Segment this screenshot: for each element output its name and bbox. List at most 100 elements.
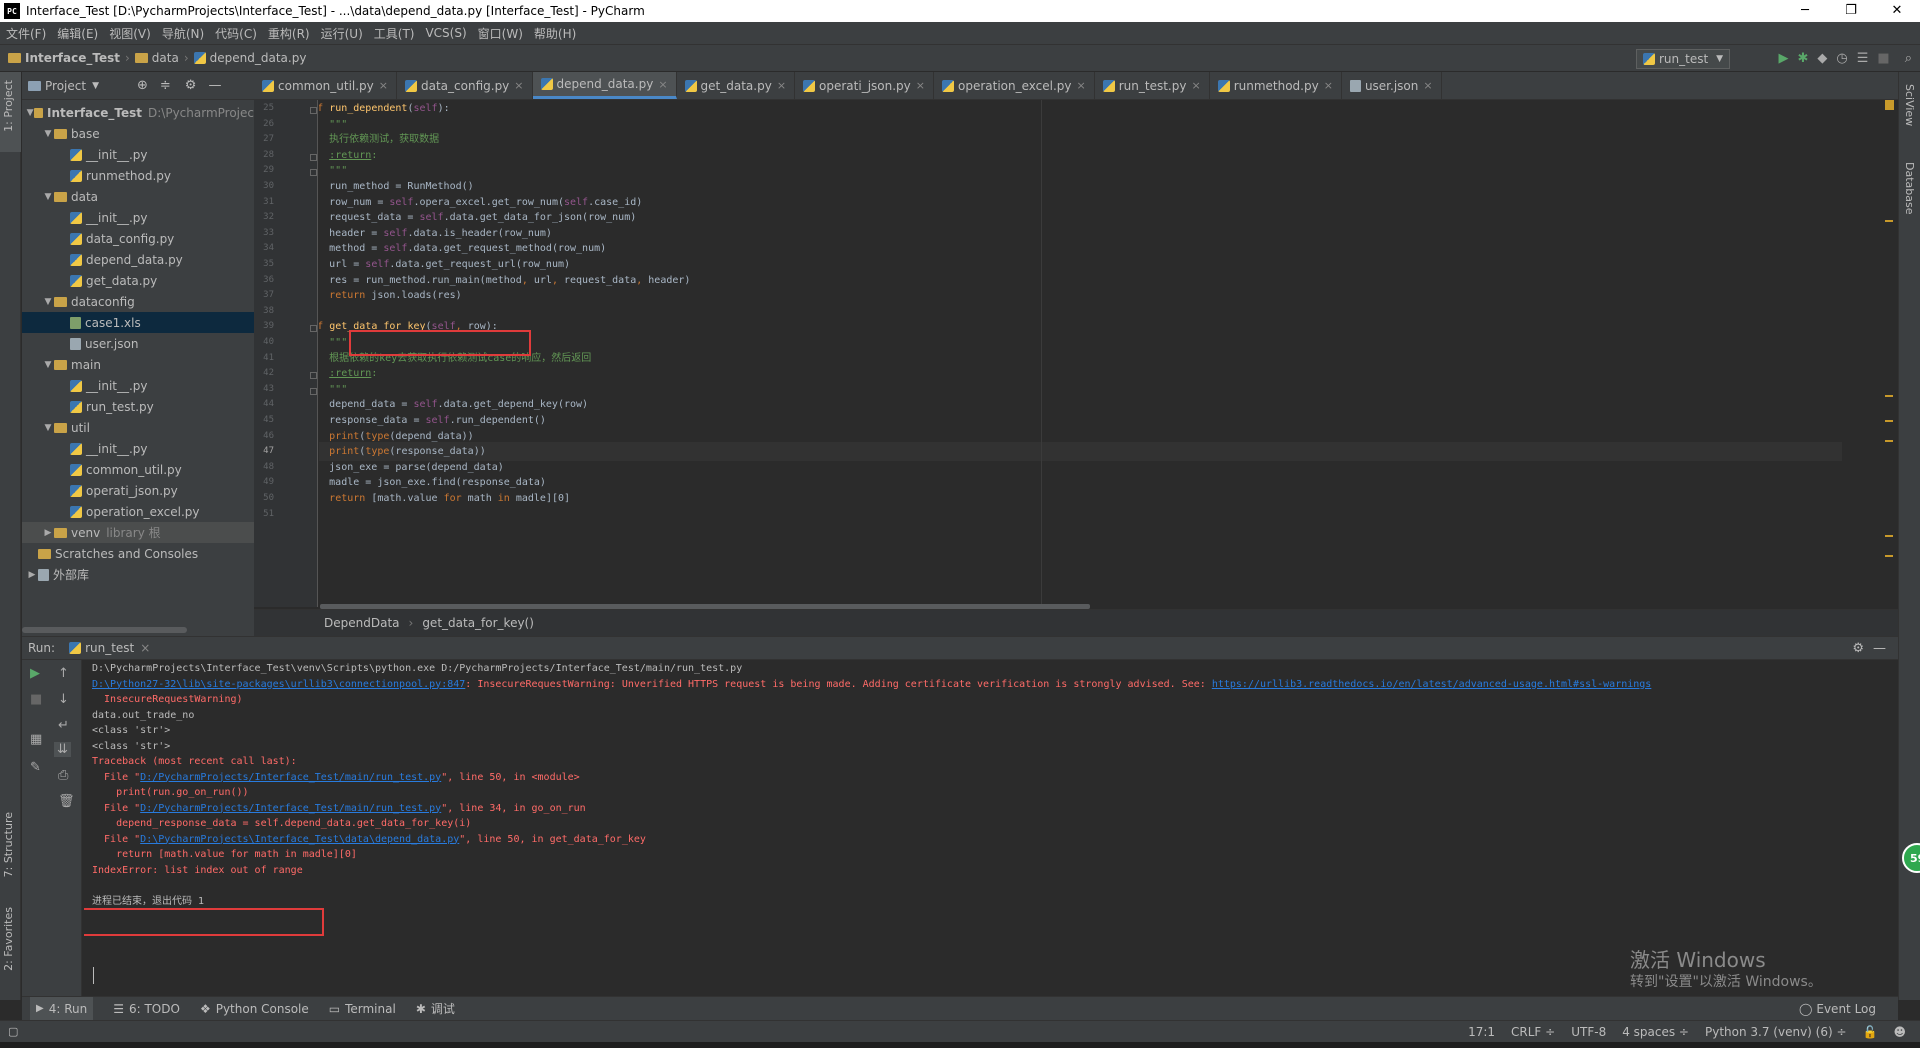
menu-item-10[interactable]: 帮助(H) [534, 25, 576, 42]
tree-item[interactable]: depend_data.py [22, 249, 254, 270]
tree-item[interactable]: __init__.py [22, 438, 254, 459]
rerun-icon[interactable]: ▶ [30, 666, 40, 681]
minimize-icon[interactable]: ─ [1782, 0, 1828, 22]
tree-item[interactable]: run_test.py [22, 396, 254, 417]
lock-icon[interactable]: 🔓 [1863, 1025, 1878, 1039]
menu-item-2[interactable]: 视图(V) [109, 25, 151, 42]
tree-item[interactable]: __init__.py [22, 207, 254, 228]
fold-marker-icon[interactable] [310, 169, 317, 177]
console-link[interactable]: https://urllib3.readthedocs.io/en/latest… [1212, 679, 1652, 690]
layout-toggle-icon[interactable]: ▢ [8, 1025, 18, 1038]
editor-tab[interactable]: operation_excel.py × [934, 72, 1095, 99]
run-tab[interactable]: run_test × [69, 641, 150, 655]
warning-marker-icon[interactable] [1885, 100, 1894, 110]
fold-marker-icon[interactable] [310, 107, 317, 114]
close-icon[interactable]: × [1077, 79, 1086, 92]
code-editor[interactable]: return [math.value for math in madle][0]… [319, 100, 1880, 607]
editor-tab[interactable]: get_data.py × [677, 72, 796, 99]
tree-item[interactable]: ▼ dataconfig [22, 291, 254, 312]
close-icon[interactable]: × [658, 78, 667, 91]
console-link[interactable]: D:\Python27-32\lib\site-packages\urllib3… [92, 679, 465, 690]
tab-debug[interactable]: ✱ 调试 [416, 1000, 455, 1017]
tree-item[interactable]: ▼ base [22, 123, 254, 144]
tree-item[interactable]: operati_json.py [22, 480, 254, 501]
tab-favorites[interactable]: 2: Favorites [2, 907, 15, 971]
menu-item-1[interactable]: 编辑(E) [57, 25, 98, 42]
tab-todo[interactable]: ☰ 6: TODO [113, 1002, 180, 1016]
breadcrumb-class[interactable]: DependData [324, 616, 400, 630]
locate-icon[interactable]: ⊕ [137, 78, 148, 93]
fold-marker-icon[interactable] [310, 387, 317, 395]
stop-icon[interactable]: ■ [30, 692, 42, 707]
editor-tab[interactable]: data_config.py × [397, 72, 533, 99]
tree-item[interactable]: case1.xls [22, 312, 254, 333]
close-icon[interactable]: × [140, 641, 150, 655]
breadcrumb-folder[interactable]: data [134, 51, 179, 65]
close-icon[interactable]: × [916, 79, 925, 92]
inspector-icon[interactable]: ☻ [1893, 1025, 1906, 1039]
console-link[interactable]: D:\PycharmProjects\Interface_Test\data\d… [140, 834, 459, 845]
breadcrumb-file[interactable]: depend_data.py [193, 51, 306, 65]
close-icon[interactable]: × [379, 79, 388, 92]
menu-item-9[interactable]: 窗口(W) [478, 25, 523, 42]
run-config-select[interactable]: run_test ▼ [1636, 49, 1730, 69]
tree-item[interactable]: data_config.py [22, 228, 254, 249]
status-position[interactable]: 17:1 [1468, 1025, 1495, 1039]
status-encoding[interactable]: UTF-8 [1571, 1025, 1606, 1039]
hide-icon[interactable]: — [208, 78, 221, 93]
tab-run[interactable]: ▶ 4: Run [30, 996, 94, 1021]
fold-marker-icon[interactable] [310, 372, 317, 380]
menu-item-0[interactable]: 文件(F) [6, 25, 46, 42]
build-icon[interactable]: ☰ [1857, 50, 1869, 68]
tab-project[interactable]: 1: Project [2, 80, 15, 132]
tree-item[interactable]: ▶ venv library 根 [22, 522, 254, 543]
soft-wrap-icon[interactable]: ↵ [58, 718, 69, 733]
tab-terminal[interactable]: ▭ Terminal [329, 1002, 396, 1016]
close-icon[interactable]: ✕ [1874, 0, 1920, 22]
event-log-tab[interactable]: ◯ Event Log [1799, 1002, 1876, 1016]
hide-icon[interactable]: — [1873, 641, 1886, 656]
tab-structure[interactable]: 7: Structure [2, 812, 15, 877]
close-icon[interactable]: × [1423, 79, 1432, 92]
editor-tab[interactable]: common_util.py × [254, 72, 397, 99]
status-line-separator[interactable]: CRLF ÷ [1511, 1025, 1555, 1039]
menu-item-4[interactable]: 代码(C) [215, 25, 257, 42]
status-interpreter[interactable]: Python 3.7 (venv) (6) ÷ [1705, 1025, 1847, 1039]
editor-tab[interactable]: run_test.py × [1095, 72, 1210, 99]
tree-item[interactable]: ▼ util [22, 417, 254, 438]
breadcrumb-project[interactable]: Interface_Test [8, 51, 120, 65]
tab-database[interactable]: Database [1903, 162, 1916, 215]
pin-icon[interactable]: ✎ [30, 760, 41, 775]
tree-item[interactable]: get_data.py [22, 270, 254, 291]
menu-item-8[interactable]: VCS(S) [425, 26, 466, 40]
tree-root[interactable]: ▼ Interface_Test D:\PycharmProjec [22, 102, 254, 123]
maximize-icon[interactable]: ❐ [1828, 0, 1874, 22]
tree-item[interactable]: operation_excel.py [22, 501, 254, 522]
editor-tab[interactable]: operati_json.py × [795, 72, 934, 99]
trash-icon[interactable]: 🗑 [58, 794, 75, 809]
tree-item[interactable]: runmethod.py [22, 165, 254, 186]
profile-icon[interactable]: ◷ [1836, 50, 1847, 68]
menu-item-7[interactable]: 工具(T) [374, 25, 415, 42]
menu-item-5[interactable]: 重构(R) [268, 25, 310, 42]
editor-tab[interactable]: depend_data.py × [532, 72, 677, 99]
restore-layout-icon[interactable]: ▦ [30, 732, 42, 747]
tree-item[interactable]: Scratches and Consoles [22, 543, 254, 564]
tree-item[interactable]: user.json [22, 333, 254, 354]
collapse-all-icon[interactable]: ≑ [160, 78, 171, 93]
project-view-select[interactable]: Project [45, 79, 86, 93]
gear-icon[interactable]: ⚙ [1852, 641, 1864, 656]
fold-marker-icon[interactable] [310, 325, 317, 333]
menu-item-3[interactable]: 导航(N) [162, 25, 204, 42]
editor-tab[interactable]: runmethod.py × [1210, 72, 1342, 99]
tree-item[interactable]: ▼ main [22, 354, 254, 375]
console-output[interactable]: 进程已结束，退出代码 1 IndexError: list index out o… [84, 660, 1898, 996]
scroll-to-end-icon[interactable]: ⇊ [54, 742, 71, 757]
gear-icon[interactable]: ⚙ [185, 78, 197, 93]
close-icon[interactable]: × [1324, 79, 1333, 92]
scroll-down-icon[interactable]: ↓ [58, 692, 69, 707]
debug-icon[interactable]: ✱ [1798, 50, 1809, 68]
tree-item[interactable]: ▼ data [22, 186, 254, 207]
stop-icon[interactable]: ■ [1877, 50, 1889, 68]
breadcrumb-method[interactable]: get_data_for_key() [422, 616, 534, 630]
